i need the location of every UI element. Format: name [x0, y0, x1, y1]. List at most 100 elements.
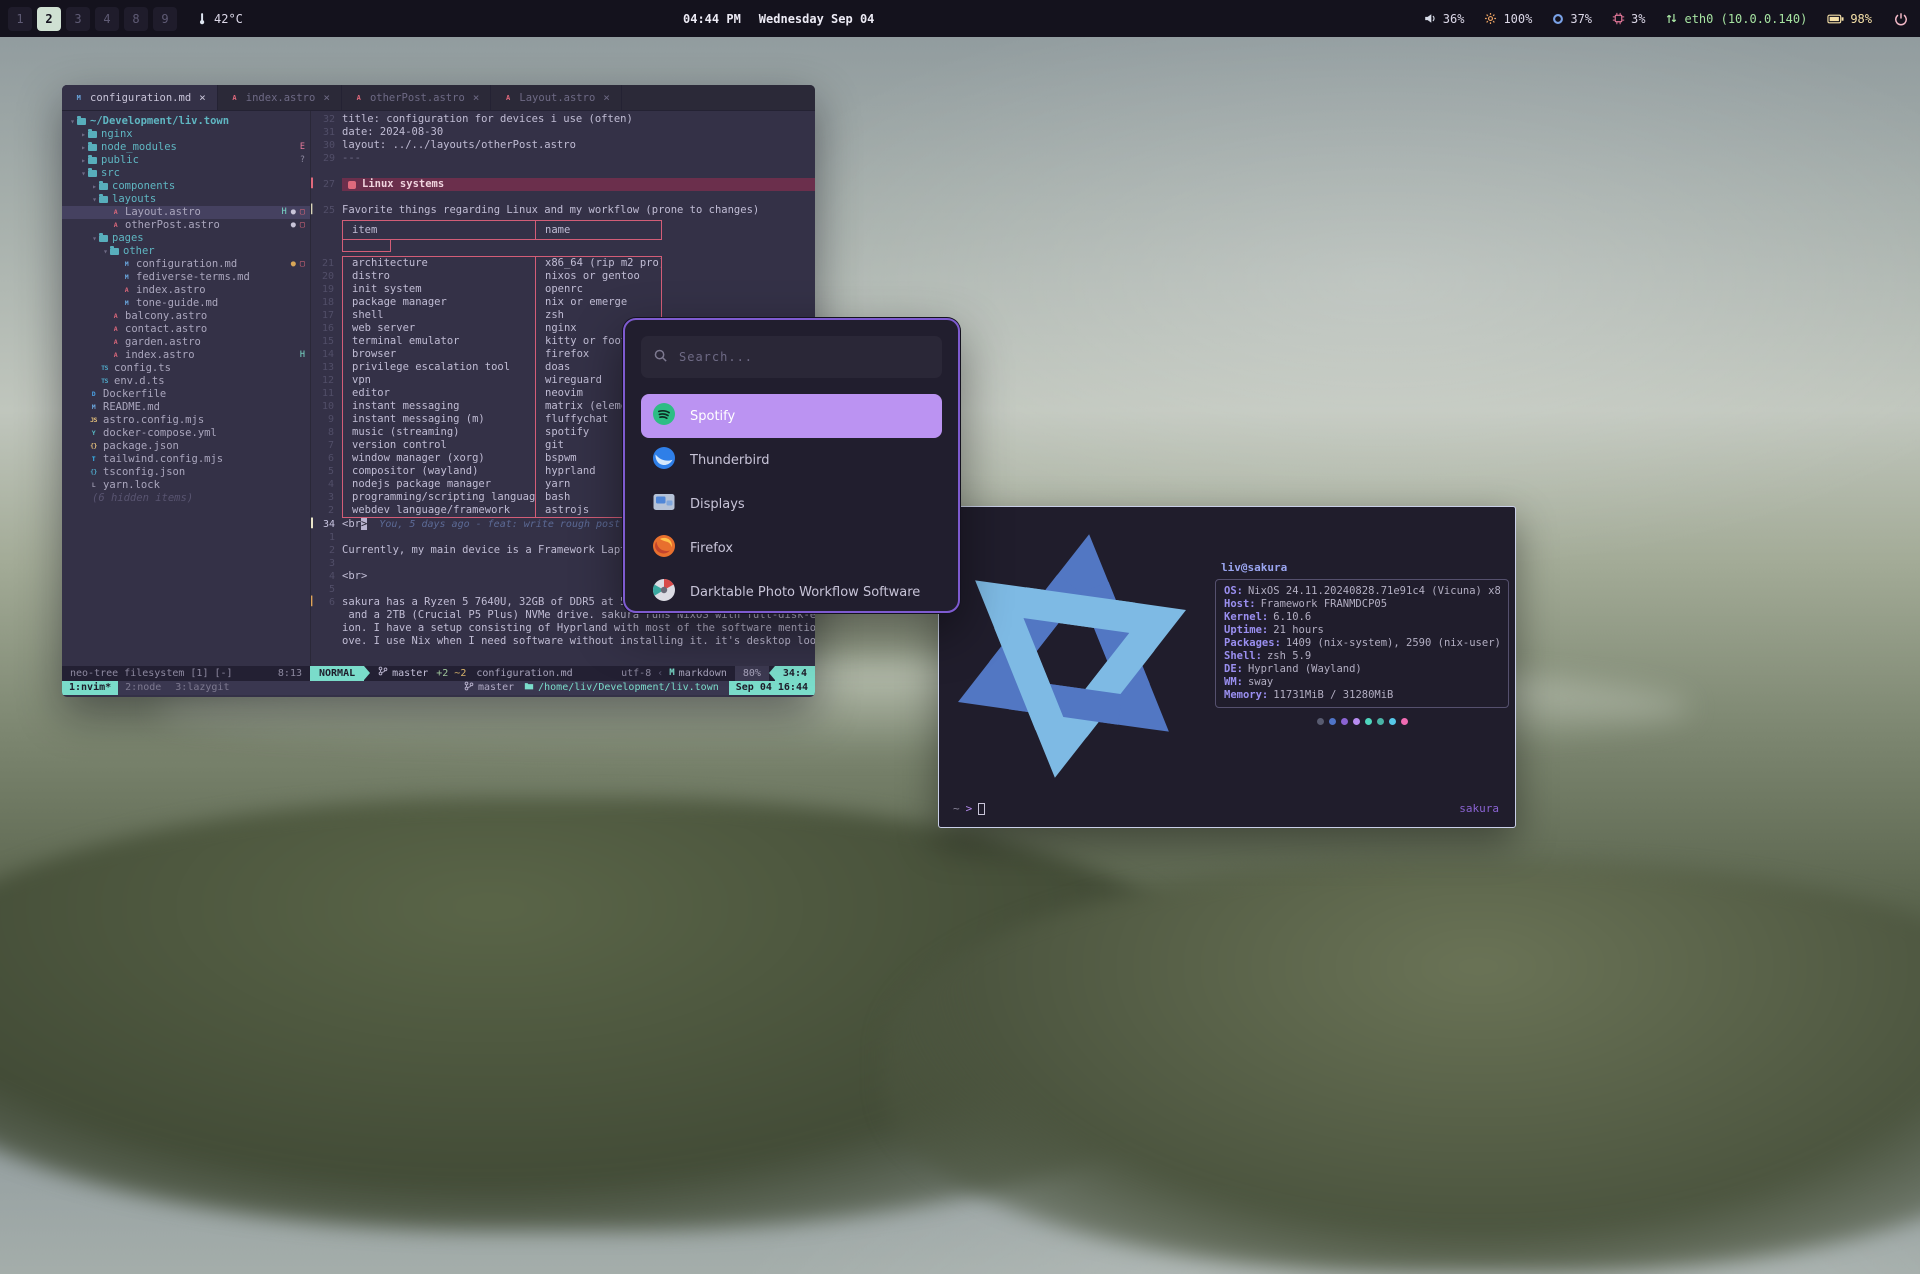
workspace-3[interactable]: 3: [66, 7, 90, 31]
tree-item-label: other: [123, 245, 155, 258]
tree-item-label: configuration.md: [136, 258, 237, 271]
app-item-displays[interactable]: Displays: [641, 482, 942, 526]
git-added: +2: [436, 666, 448, 681]
tmux-window-3:lazygit[interactable]: 3:lazygit: [168, 681, 236, 695]
tree-item-tailwind.config.mjs[interactable]: Ttailwind.config.mjs: [62, 453, 310, 466]
tree-item-tone-guide.md[interactable]: Mtone-guide.md: [62, 297, 310, 310]
tab-close-icon[interactable]: ×: [473, 91, 480, 104]
tree-item-index.astro[interactable]: Aindex.astro: [62, 284, 310, 297]
tree-item--6-hidden-items-[interactable]: (6 hidden items): [62, 492, 310, 505]
badge: ?: [300, 154, 305, 167]
line-number: 16: [316, 322, 334, 335]
tree-item-label: astro.config.mjs: [103, 414, 204, 427]
fetch-info-value: NixOS 24.11.20240828.71e91c4 (Vicuna) x8…: [1248, 585, 1500, 597]
search-box[interactable]: [641, 336, 942, 378]
tree-item-garden.astro[interactable]: Agarden.astro: [62, 336, 310, 349]
tree-item-public[interactable]: ▸public?: [62, 154, 310, 167]
table-row: 10instant messagingmatrix (element: [343, 400, 661, 413]
badge: ●: [291, 258, 296, 271]
table-row: 7version controlgit: [343, 439, 661, 452]
stat-value: 36%: [1443, 12, 1465, 26]
app-item-label: Darktable Photo Workflow Software: [690, 585, 920, 600]
line-number: 1: [317, 531, 335, 544]
tmux-window-2:node[interactable]: 2:node: [118, 681, 168, 695]
tab-close-icon[interactable]: ×: [323, 91, 330, 104]
fetch-info-label: OS:: [1224, 585, 1243, 597]
tree-item-README.md[interactable]: MREADME.md: [62, 401, 310, 414]
git-branch: master: [378, 666, 428, 681]
tree-root-label: ~/Development/liv.town: [90, 115, 229, 128]
tree-item-index.astro[interactable]: Aindex.astroH: [62, 349, 310, 362]
tab-close-icon[interactable]: ×: [603, 91, 610, 104]
line-number: [317, 609, 335, 622]
status-widgets: 36%100%37%3%eth0 (10.0.0.140)98%: [1424, 0, 1872, 37]
tree-item-config.ts[interactable]: TSconfig.ts: [62, 362, 310, 375]
fetch-info-label: Packages:: [1224, 637, 1281, 649]
table-cell-item: terminal emulator: [343, 335, 535, 348]
tab-Layout.astro[interactable]: ALayout.astro×: [491, 85, 621, 110]
app-item-thunderbird[interactable]: Thunderbird: [641, 438, 942, 482]
line-number: 18: [316, 296, 334, 309]
file-type-icon: Y: [88, 427, 99, 440]
tree-item-tsconfig.json[interactable]: {}tsconfig.json: [62, 466, 310, 479]
fetch-info-value: Framework FRANMDCP05: [1261, 598, 1387, 610]
tab-otherPost.astro[interactable]: AotherPost.astro×: [342, 85, 491, 110]
tree-item-components[interactable]: ▸components: [62, 180, 310, 193]
app-item-darktable-photo-workflow-software[interactable]: Darktable Photo Workflow Software: [641, 570, 942, 613]
app-item-firefox[interactable]: Firefox: [641, 526, 942, 570]
tree-item-package.json[interactable]: {}package.json: [62, 440, 310, 453]
code-line: ion. I have a setup consisting of Hyprla…: [311, 622, 815, 635]
tab-index.astro[interactable]: Aindex.astro×: [218, 85, 342, 110]
line-number: 9: [316, 413, 334, 426]
tree-item-src[interactable]: ▾src: [62, 167, 310, 180]
tree-root[interactable]: ▾~/Development/liv.town: [62, 115, 310, 128]
tmux-path: /home/liv/Development/liv.town: [524, 681, 719, 695]
tree-item-otherPost.astro[interactable]: AotherPost.astro●▢: [62, 219, 310, 232]
workspace-9[interactable]: 9: [153, 7, 177, 31]
table-cell-item: privilege escalation tool: [343, 361, 535, 374]
shell-prompt[interactable]: ~ >: [953, 802, 985, 815]
workspace-8[interactable]: 8: [124, 7, 148, 31]
tab-configuration.md[interactable]: Mconfiguration.md×: [62, 85, 218, 110]
file-type-icon: A: [229, 94, 240, 102]
tree-item-Layout.astro[interactable]: ALayout.astroH●▢: [62, 206, 310, 219]
fetch-info-value: 6.10.6: [1273, 611, 1311, 623]
tree-item-env.d.ts[interactable]: TSenv.d.ts: [62, 375, 310, 388]
badge: ▢: [300, 206, 305, 219]
tree-item-badges: H: [300, 349, 305, 362]
workspaces: 123489: [8, 0, 177, 37]
chevron-right-icon: ▸: [79, 128, 88, 141]
workspace-1[interactable]: 1: [8, 7, 32, 31]
temperature-value: 42°C: [214, 12, 243, 26]
tab-close-icon[interactable]: ×: [199, 91, 206, 104]
tree-item-label: public: [101, 154, 139, 167]
tree-item-astro.config.mjs[interactable]: JSastro.config.mjs: [62, 414, 310, 427]
search-input[interactable]: [677, 349, 930, 365]
tree-item-balcony.astro[interactable]: Abalcony.astro: [62, 310, 310, 323]
file-type-icon: A: [110, 219, 121, 232]
tree-item-node-modules[interactable]: ▸node_modulesE: [62, 141, 310, 154]
workspace-2[interactable]: 2: [37, 7, 61, 31]
tree-item-pages[interactable]: ▾pages: [62, 232, 310, 245]
darktable-icon: [651, 577, 677, 607]
tab-label: configuration.md: [90, 92, 191, 104]
tree-item-other[interactable]: ▾other: [62, 245, 310, 258]
tree-item-badges: E: [300, 141, 305, 154]
tree-item-fediverse-terms.md[interactable]: Mfediverse-terms.md: [62, 271, 310, 284]
tmux-window-1:nvim*[interactable]: 1:nvim*: [62, 681, 118, 695]
tree-item-label: layouts: [112, 193, 156, 206]
tree-item-Dockerfile[interactable]: DDockerfile: [62, 388, 310, 401]
tree-item-contact.astro[interactable]: Acontact.astro: [62, 323, 310, 336]
tree-item-nginx[interactable]: ▸nginx: [62, 128, 310, 141]
power-icon[interactable]: [1894, 0, 1908, 37]
tree-item-docker-compose.yml[interactable]: Ydocker-compose.yml: [62, 427, 310, 440]
tree-item-configuration.md[interactable]: Mconfiguration.md●▢: [62, 258, 310, 271]
tree-item-layouts[interactable]: ▾layouts: [62, 193, 310, 206]
fetch-info-row: WM:sway: [1224, 676, 1500, 689]
workspace-4[interactable]: 4: [95, 7, 119, 31]
tree-item-badges: ?: [300, 154, 305, 167]
fetch-info-panel: liv@sakura OS:NixOS 24.11.20240828.71e91…: [1215, 561, 1509, 725]
tree-item-yarn.lock[interactable]: Lyarn.lock: [62, 479, 310, 492]
line-number: [317, 165, 335, 178]
app-item-spotify[interactable]: Spotify: [641, 394, 942, 438]
